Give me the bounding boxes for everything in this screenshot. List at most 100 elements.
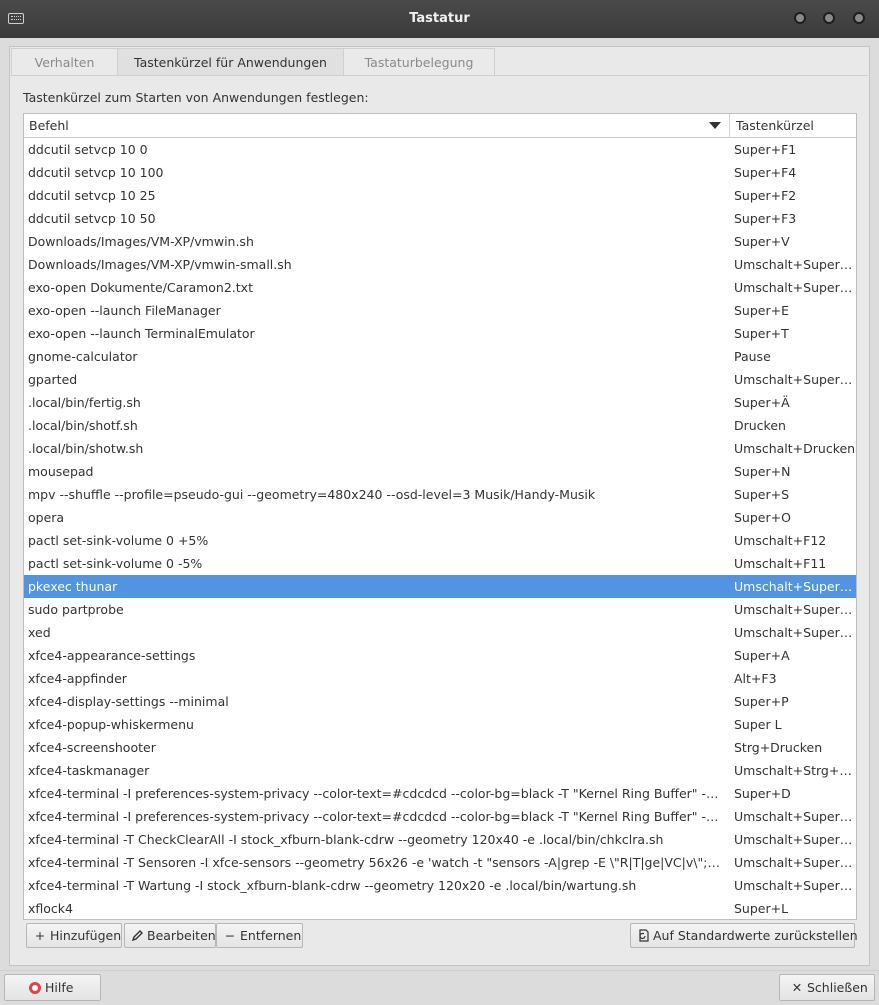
- minimize-button[interactable]: [794, 12, 806, 24]
- table-row[interactable]: opera Super+O: [24, 506, 856, 529]
- tab-anwendungen[interactable]: Tastenkürzel für Anwendungen: [117, 48, 344, 75]
- shortcut-cell: Umschalt+F12: [734, 533, 827, 548]
- shortcut-cell: Drucken: [734, 418, 786, 433]
- column-separator[interactable]: [729, 114, 730, 137]
- close-button[interactable]: ✕ Schließen: [779, 974, 875, 1001]
- table-row[interactable]: xfce4-popup-whiskermenu Super L: [24, 713, 856, 736]
- table-row[interactable]: mpv --shuffle --profile=pseudo-gui --geo…: [24, 483, 856, 506]
- shortcuts-table[interactable]: Befehl Tastenkürzel ddcutil setvcp 10 0 S…: [23, 113, 857, 920]
- command-cell: xfce4-terminal -T CheckClearAll -I stock…: [28, 832, 664, 847]
- command-cell: xfce4-terminal -T Sensoren -I xfce-senso…: [28, 855, 726, 870]
- remove-button-label: Entfernen: [240, 928, 302, 943]
- table-row[interactable]: xfce4-terminal -I preferences-system-pri…: [24, 805, 856, 828]
- table-row[interactable]: .local/bin/fertig.sh Super+Ä: [24, 391, 856, 414]
- shortcut-cell: Alt+F3: [734, 671, 777, 686]
- command-cell: gparted: [28, 372, 78, 387]
- table-row[interactable]: ddcutil setvcp 10 100 Super+F4: [24, 161, 856, 184]
- table-row[interactable]: ddcutil setvcp 10 50 Super+F3: [24, 207, 856, 230]
- command-cell: pactl set-sink-volume 0 +5%: [28, 533, 209, 548]
- window-title: Tastatur: [409, 11, 470, 26]
- shortcut-cell: Umschalt+Super+E: [734, 579, 856, 594]
- shortcut-cell: Umschalt+Super+A: [734, 832, 856, 847]
- table-row[interactable]: mousepad Super+N: [24, 460, 856, 483]
- command-cell: exo-open --launch TerminalEmulator: [28, 326, 255, 341]
- tab-tastaturbelegung[interactable]: Tastaturbelegung: [343, 48, 495, 75]
- table-row[interactable]: exo-open --launch TerminalEmulator Super+…: [24, 322, 856, 345]
- command-cell: ddcutil setvcp 10 0: [28, 142, 148, 157]
- column-header-shortcut[interactable]: Tastenkürzel: [736, 114, 814, 137]
- table-row[interactable]: xed Umschalt+Super+N: [24, 621, 856, 644]
- table-row[interactable]: xfce4-terminal -T Wartung -I stock_xfbur…: [24, 874, 856, 897]
- command-cell: opera: [28, 510, 65, 525]
- command-cell: xfce4-appfinder: [28, 671, 127, 686]
- table-row[interactable]: xfce4-terminal -I preferences-system-pri…: [24, 782, 856, 805]
- reset-defaults-button[interactable]: Auf Standardwerte zurückstellen: [630, 923, 858, 948]
- table-row[interactable]: gparted Umschalt+Super+G: [24, 368, 856, 391]
- shortcut-cell: Umschalt+Super+T: [734, 855, 856, 870]
- shortcut-cell: Super+F3: [734, 211, 797, 226]
- pencil-icon: [131, 930, 143, 942]
- shortcut-cell: Super+A: [734, 648, 790, 663]
- table-row[interactable]: pactl set-sink-volume 0 +5% Umschalt+F12: [24, 529, 856, 552]
- shortcut-cell: Pause: [734, 349, 771, 364]
- shortcut-cell: Umschalt+Super+W: [734, 878, 856, 893]
- table-row[interactable]: xfce4-terminal -T CheckClearAll -I stock…: [24, 828, 856, 851]
- command-cell: Downloads/Images/VM-XP/vmwin.sh: [28, 234, 254, 249]
- shortcut-cell: Super+S: [734, 487, 790, 502]
- table-row[interactable]: xfce4-display-settings --minimal Super+P: [24, 690, 856, 713]
- shortcut-cell: Super+N: [734, 464, 791, 479]
- command-cell: ddcutil setvcp 10 25: [28, 188, 156, 203]
- table-row[interactable]: exo-open Dokumente/Caramon2.txt Umschalt+…: [24, 276, 856, 299]
- table-row[interactable]: sudo partprobe Umschalt+Super+P: [24, 598, 856, 621]
- close-window-button[interactable]: [853, 12, 865, 24]
- table-row[interactable]: pkexec thunar Umschalt+Super+E: [24, 575, 856, 598]
- command-cell: xfce4-terminal -I preferences-system-pri…: [28, 786, 726, 801]
- table-row[interactable]: xfce4-screenshooter Strg+Drucken: [24, 736, 856, 759]
- command-cell: xfce4-terminal -T Wartung -I stock_xfbur…: [28, 878, 637, 893]
- shortcut-cell: Super+V: [734, 234, 790, 249]
- help-button[interactable]: Hilfe: [4, 974, 101, 1001]
- command-cell: ddcutil setvcp 10 50: [28, 211, 156, 226]
- command-cell: xfce4-appearance-settings: [28, 648, 196, 663]
- shortcut-cell: Super+O: [734, 510, 791, 525]
- table-row[interactable]: .local/bin/shotf.sh Drucken: [24, 414, 856, 437]
- add-button[interactable]: + Hinzufügen: [26, 923, 122, 948]
- shortcut-cell: Super+F1: [734, 142, 797, 157]
- shortcut-cell: Umschalt+Strg+Esc: [734, 763, 856, 778]
- command-cell: .local/bin/shotf.sh: [28, 418, 138, 433]
- table-row[interactable]: xfce4-appfinder Alt+F3: [24, 667, 856, 690]
- close-icon: ✕: [791, 980, 803, 995]
- table-row[interactable]: ddcutil setvcp 10 25 Super+F2: [24, 184, 856, 207]
- table-row[interactable]: exo-open --launch FileManager Super+E: [24, 299, 856, 322]
- column-header-command[interactable]: Befehl: [29, 114, 729, 137]
- table-row[interactable]: xflock4 Super+L: [24, 897, 856, 919]
- table-row[interactable]: Downloads/Images/VM-XP/vmwin.sh Super+V: [24, 230, 856, 253]
- command-cell: xfce4-popup-whiskermenu: [28, 717, 194, 732]
- reset-defaults-label: Auf Standardwerte zurückstellen: [653, 928, 858, 943]
- tab-verhalten[interactable]: Verhalten: [11, 48, 118, 75]
- table-row[interactable]: xfce4-taskmanager Umschalt+Strg+Esc: [24, 759, 856, 782]
- shortcut-cell: Umschalt+Super+C: [734, 280, 856, 295]
- command-cell: mpv --shuffle --profile=pseudo-gui --geo…: [28, 487, 596, 502]
- shortcut-cell: Umschalt+Super+D: [734, 809, 856, 824]
- table-row[interactable]: .local/bin/shotw.sh Umschalt+Drucken: [24, 437, 856, 460]
- shortcut-cell: Super+L: [734, 901, 789, 916]
- table-row[interactable]: gnome-calculator Pause: [24, 345, 856, 368]
- table-row[interactable]: xfce4-appearance-settings Super+A: [24, 644, 856, 667]
- minus-icon: −: [224, 928, 236, 943]
- shortcut-cell: Super+D: [734, 786, 791, 801]
- command-cell: sudo partprobe: [28, 602, 124, 617]
- shortcut-cell: Super+E: [734, 303, 789, 318]
- table-row[interactable]: xfce4-terminal -T Sensoren -I xfce-senso…: [24, 851, 856, 874]
- command-cell: .local/bin/shotw.sh: [28, 441, 144, 456]
- shortcut-cell: Umschalt+F11: [734, 556, 827, 571]
- table-row[interactable]: pactl set-sink-volume 0 -5% Umschalt+F11: [24, 552, 856, 575]
- maximize-button[interactable]: [823, 12, 835, 24]
- command-cell: xflock4: [28, 901, 73, 916]
- edit-button[interactable]: Bearbeiten: [124, 923, 216, 948]
- add-button-label: Hinzufügen: [50, 928, 122, 943]
- remove-button[interactable]: − Entfernen: [216, 923, 303, 948]
- table-row[interactable]: ddcutil setvcp 10 0 Super+F1: [24, 138, 856, 161]
- table-row[interactable]: Downloads/Images/VM-XP/vmwin-small.sh Ums…: [24, 253, 856, 276]
- shortcut-cell: Super+F2: [734, 188, 797, 203]
